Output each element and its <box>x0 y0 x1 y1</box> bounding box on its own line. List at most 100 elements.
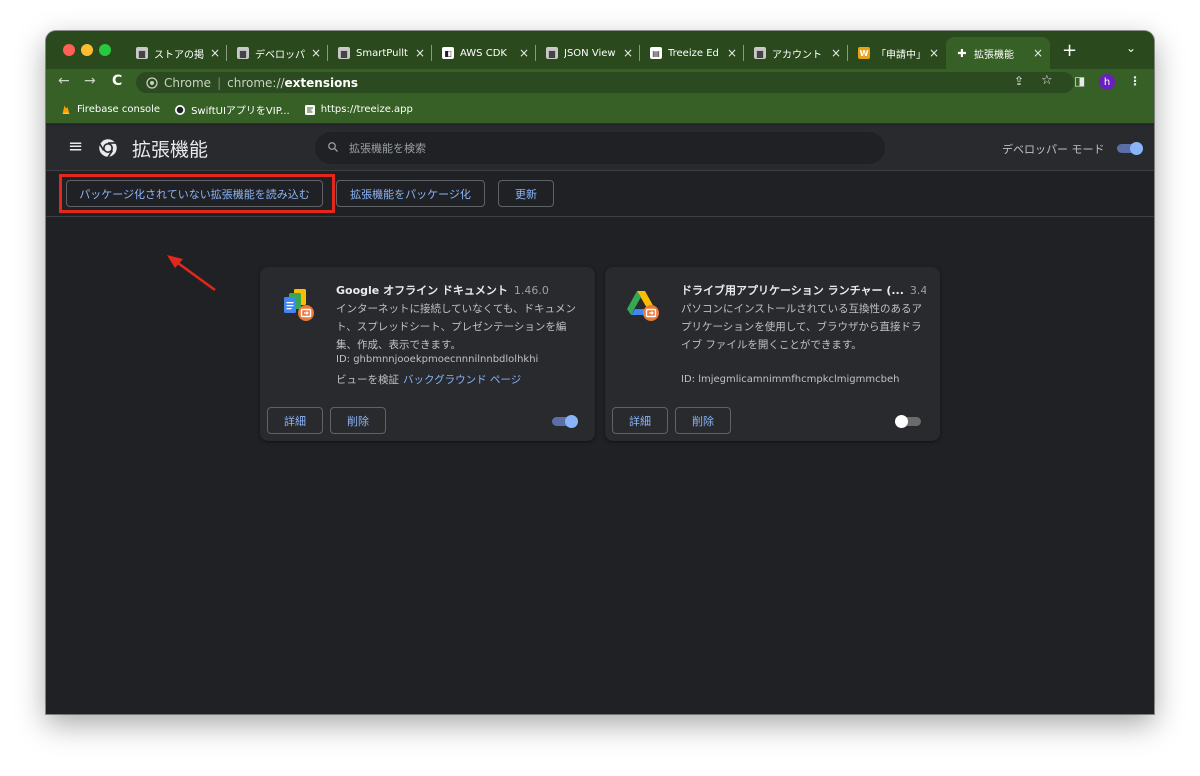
avatar[interactable]: h <box>1099 74 1115 90</box>
chrome-logo-icon <box>98 139 117 158</box>
tab-smartpull[interactable]: ▆ SmartPullt × <box>328 37 432 69</box>
github-icon <box>175 104 186 115</box>
tab-close-icon[interactable]: × <box>310 46 322 60</box>
search-box[interactable] <box>315 132 885 164</box>
remove-button[interactable]: 削除 <box>330 407 386 434</box>
tab-title: SmartPullt <box>356 47 408 59</box>
tab-title: ストアの掲 <box>154 49 204 61</box>
update-button[interactable]: 更新 <box>498 180 554 207</box>
extension-version: 3.4 <box>909 284 926 297</box>
tab-close-icon[interactable]: × <box>209 46 221 60</box>
firebase-icon <box>62 105 70 114</box>
tab-aws-cdk[interactable]: ◧ AWS CDK × <box>432 37 536 69</box>
extensions-header: ≡ 拡張機能 デベロッパー モード <box>46 125 1154 171</box>
address-bar[interactable]: Chrome | chrome://extensions <box>136 72 1074 93</box>
load-unpacked-button[interactable]: パッケージ化されていない拡張機能を読み込む <box>66 180 323 207</box>
tab-title: JSON View <box>564 47 616 59</box>
aws-icon: ◧ <box>442 47 454 59</box>
bookmark-star-icon[interactable]: ☆ <box>1041 73 1053 88</box>
search-input[interactable] <box>349 141 829 155</box>
extension-enable-toggle[interactable] <box>552 415 578 428</box>
w-icon: W <box>858 47 870 59</box>
url-scheme: chrome:// <box>227 75 285 90</box>
extension-name: Google オフライン ドキュメント 1.46.0 <box>336 284 549 297</box>
tab-close-icon[interactable]: × <box>928 46 940 60</box>
extension-name: ドライブ用アプリケーション ランチャー (... 3.4 <box>681 284 926 297</box>
details-button[interactable]: 詳細 <box>267 407 323 434</box>
pack-extension-button[interactable]: 拡張機能をパッケージ化 <box>336 180 485 207</box>
url-host: extensions <box>284 75 359 90</box>
store-icon: ▆ <box>237 47 249 59</box>
store-icon: ▆ <box>338 47 350 59</box>
bookmarks-bar: Firebase console SwiftUIアプリをVIP... https… <box>46 96 1154 124</box>
extension-id: ID: ghbmnnjooekpmoecnnnilnnbdlolhkhi <box>336 354 539 365</box>
site-chip-label: Chrome <box>164 75 212 90</box>
zoom-window-button[interactable] <box>99 44 111 56</box>
tab-title: AWS CDK <box>460 47 507 59</box>
developer-mode-toggle[interactable] <box>1117 142 1143 155</box>
background-page-link[interactable]: バックグラウンド ページ <box>403 374 521 386</box>
extension-card-drive-app-launcher: ドライブ用アプリケーション ランチャー (... 3.4 パソコンにインストールさ… <box>605 267 940 441</box>
tab-title: アカウント <box>772 49 822 61</box>
extension-id: ID: lmjegmlicamnimmfhcmpkclmigmmcbeh <box>681 374 900 385</box>
developer-mode-label: デベロッパー モード <box>1002 143 1105 156</box>
forward-icon[interactable]: → <box>84 73 96 89</box>
puzzle-icon: ✚ <box>957 46 967 60</box>
inspect-views: ビューを検証 バックグラウンド ページ <box>336 372 521 387</box>
tab-close-icon[interactable]: × <box>518 46 530 60</box>
treeize-icon: ▤ <box>650 47 662 59</box>
tab-title: 拡張機能 <box>974 49 1014 61</box>
bookmark-treeize[interactable]: https://treeize.app <box>304 104 413 116</box>
page-title: 拡張機能 <box>132 139 209 161</box>
developer-action-bar: パッケージ化されていない拡張機能を読み込む 拡張機能をパッケージ化 更新 <box>46 171 1154 217</box>
tab-treeize[interactable]: ▤ Treeize Ed × <box>640 37 744 69</box>
new-tab-button[interactable]: + <box>1062 40 1077 61</box>
tab-title: Treeize Ed <box>668 47 719 59</box>
tab-close-icon[interactable]: × <box>726 46 738 60</box>
extension-enable-toggle[interactable] <box>895 415 921 428</box>
extensions-page: ≡ 拡張機能 デベロッパー モード パッケージ化されてい <box>46 125 1154 714</box>
tab-json-viewer[interactable]: ▆ JSON View × <box>536 37 640 69</box>
details-button[interactable]: 詳細 <box>612 407 668 434</box>
tab-close-icon[interactable]: × <box>830 46 842 60</box>
menu-icon[interactable]: ⋮ <box>1129 74 1141 88</box>
store-icon: ▆ <box>754 47 766 59</box>
browser-window: ▆ ストアの掲 × ▆ デベロッパ × ▆ SmartPullt × ◧ AWS… <box>46 31 1154 714</box>
extension-version: 1.46.0 <box>513 284 549 297</box>
toolbar: ← → C Chrome | chrome://extensions ⇪ ☆ ◨… <box>46 69 1154 96</box>
tab-close-icon[interactable]: × <box>1032 46 1044 60</box>
remove-button[interactable]: 削除 <box>675 407 731 434</box>
chrome-icon <box>146 76 158 89</box>
side-panel-icon[interactable]: ◨ <box>1074 74 1085 88</box>
menu-hamburger-icon[interactable]: ≡ <box>68 136 83 157</box>
treeize-icon <box>304 104 315 115</box>
tab-title: 「申請中」 <box>876 49 924 61</box>
tab-search-chevron-icon[interactable]: ⌄ <box>1126 41 1136 55</box>
inspect-views-label: ビューを検証 <box>336 374 399 386</box>
bookmark-firebase[interactable]: Firebase console <box>60 104 160 116</box>
extension-description: パソコンにインストールされている互換性のあるアプリケーションを使用して、ブラウザ… <box>681 303 922 351</box>
tab-extensions[interactable]: ✚ 拡張機能 × <box>946 37 1050 69</box>
share-icon[interactable]: ⇪ <box>1014 74 1024 88</box>
site-chip[interactable]: Chrome <box>146 76 211 90</box>
reload-icon[interactable]: C <box>112 73 122 89</box>
bookmark-swiftui[interactable]: SwiftUIアプリをVIP... <box>174 102 290 117</box>
tab-account[interactable]: ▆ アカウント × <box>744 37 848 69</box>
tab-developer[interactable]: ▆ デベロッパ × <box>227 37 328 69</box>
extension-description: インターネットに接続していなくても、ドキュメント、スプレッドシート、プレゼンテー… <box>336 303 577 351</box>
tab-close-icon[interactable]: × <box>414 46 426 60</box>
tab-strip: ▆ ストアの掲 × ▆ デベロッパ × ▆ SmartPullt × ◧ AWS… <box>46 31 1154 69</box>
back-icon[interactable]: ← <box>58 73 70 89</box>
tab-close-icon[interactable]: × <box>622 46 634 60</box>
store-icon: ▆ <box>136 47 148 59</box>
google-drive-icon <box>627 291 659 321</box>
minimize-window-button[interactable] <box>81 44 93 56</box>
tab-store[interactable]: ▆ ストアの掲 × <box>126 37 227 69</box>
search-icon <box>327 141 339 156</box>
red-arrow-icon <box>167 255 216 292</box>
tab-application[interactable]: W 「申請中」 × <box>848 37 946 69</box>
google-docs-offline-icon <box>284 289 314 321</box>
close-window-button[interactable] <box>63 44 75 56</box>
tab-title: デベロッパ <box>255 49 305 61</box>
extension-card-google-docs-offline: Google オフライン ドキュメント 1.46.0 インターネットに接続していな… <box>260 267 595 441</box>
